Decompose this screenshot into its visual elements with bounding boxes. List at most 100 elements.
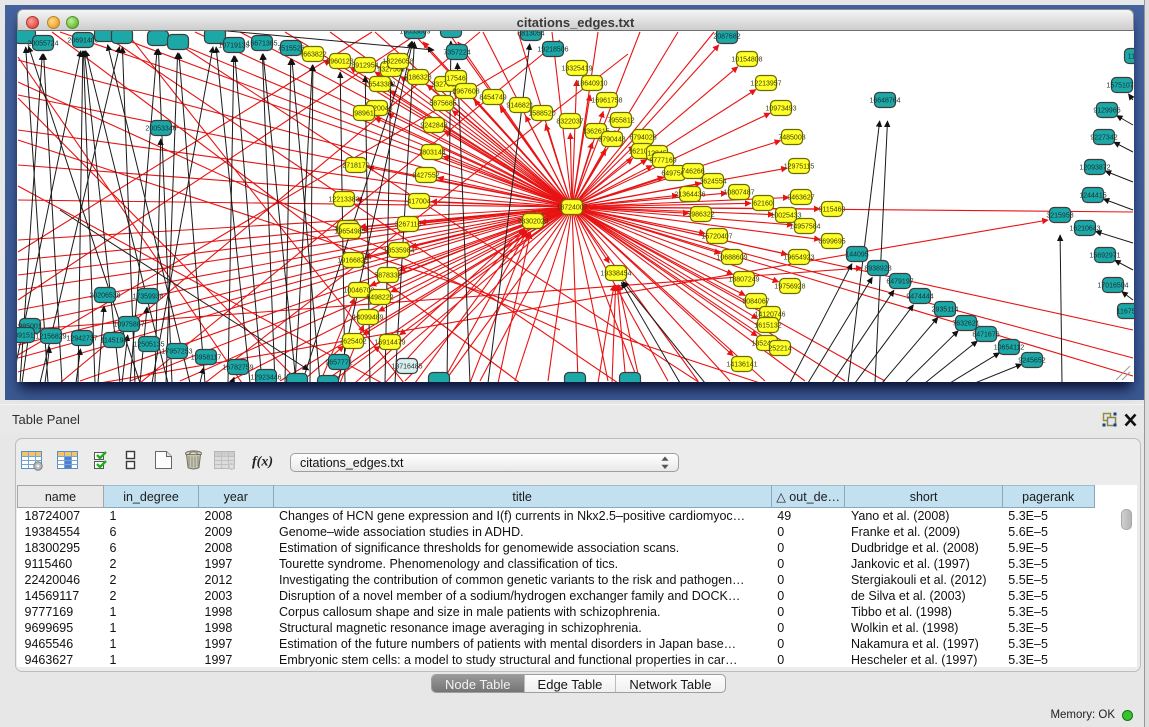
svg-text:7485003: 7485003 xyxy=(778,135,805,142)
svg-text:16914479: 16914479 xyxy=(374,340,405,347)
svg-text:144095: 144095 xyxy=(845,252,868,259)
svg-text:10654112: 10654112 xyxy=(994,345,1025,352)
svg-text:14957584: 14957584 xyxy=(789,224,820,231)
svg-text:16210643: 16210643 xyxy=(1069,226,1100,233)
svg-text:14099489: 14099489 xyxy=(352,315,383,322)
svg-text:9227342: 9227342 xyxy=(1090,135,1117,142)
svg-text:9129966: 9129966 xyxy=(1093,108,1120,115)
svg-text:10154808: 10154808 xyxy=(731,57,762,64)
svg-text:7663822: 7663822 xyxy=(299,52,326,59)
svg-text:17957253: 17957253 xyxy=(161,349,192,356)
svg-text:13535984: 13535984 xyxy=(383,248,414,255)
svg-text:9790448: 9790448 xyxy=(598,137,625,144)
svg-text:13325419: 13325419 xyxy=(561,66,592,73)
svg-text:15720407: 15720407 xyxy=(701,234,732,241)
svg-text:12093872: 12093872 xyxy=(1079,165,1110,172)
svg-text:20055724: 20055724 xyxy=(27,41,58,48)
svg-text:12505135: 12505135 xyxy=(133,342,164,349)
svg-text:7625402: 7625402 xyxy=(339,339,366,346)
svg-text:21364436: 21364436 xyxy=(674,192,705,199)
svg-text:7955812: 7955812 xyxy=(607,118,634,125)
svg-text:10688609: 10688609 xyxy=(716,255,747,262)
svg-text:13226058: 13226058 xyxy=(382,59,413,66)
svg-text:12975115: 12975115 xyxy=(784,164,815,171)
svg-text:1145194: 1145194 xyxy=(101,338,128,345)
svg-text:16671365: 16671365 xyxy=(246,41,277,48)
svg-text:39151: 39151 xyxy=(17,333,34,340)
svg-text:15751074: 15751074 xyxy=(1106,83,1134,90)
svg-text:7632621: 7632621 xyxy=(952,321,979,328)
svg-text:10807487: 10807487 xyxy=(723,190,754,197)
svg-text:17359938: 17359938 xyxy=(132,294,163,301)
svg-text:20053346: 20053346 xyxy=(145,126,176,133)
svg-text:252214: 252214 xyxy=(768,346,791,353)
svg-text:16648764: 16648764 xyxy=(869,98,900,105)
svg-text:15692971: 15692971 xyxy=(1089,253,1120,260)
svg-text:20691406: 20691406 xyxy=(67,38,98,45)
svg-text:3215958: 3215958 xyxy=(1046,213,1073,220)
svg-text:8813054: 8813054 xyxy=(517,31,544,38)
svg-text:9115460: 9115460 xyxy=(819,207,846,214)
svg-text:8322037: 8322037 xyxy=(556,119,583,126)
svg-text:2935114: 2935114 xyxy=(932,307,959,314)
svg-text:2967608: 2967608 xyxy=(452,89,479,96)
svg-text:12923446: 12923446 xyxy=(250,375,281,382)
svg-text:8427552: 8427552 xyxy=(412,173,439,180)
svg-text:2087682: 2087682 xyxy=(713,34,740,41)
svg-text:8938928: 8938928 xyxy=(864,266,891,273)
svg-text:19654985: 19654985 xyxy=(334,229,365,236)
svg-text:9242848: 9242848 xyxy=(420,123,447,130)
svg-text:5875685: 5875685 xyxy=(429,101,456,108)
svg-text:19338454: 19338454 xyxy=(600,271,631,278)
svg-text:f(x): f(x) xyxy=(252,455,273,470)
svg-text:10719135: 10719135 xyxy=(218,43,249,50)
svg-text:9084067: 9084067 xyxy=(742,299,769,306)
svg-text:116753: 116753 xyxy=(1117,309,1134,316)
svg-text:1112: 1112 xyxy=(1128,54,1134,61)
svg-text:20206538: 20206538 xyxy=(89,293,120,300)
svg-text:16033809: 16033809 xyxy=(399,31,430,36)
svg-text:6479197: 6479197 xyxy=(886,279,913,286)
svg-text:6794028: 6794028 xyxy=(629,135,656,142)
svg-text:1588520: 1588520 xyxy=(528,111,555,118)
svg-text:3267110: 3267110 xyxy=(395,222,422,229)
svg-text:9463627: 9463627 xyxy=(787,195,814,202)
svg-text:2718170: 2718170 xyxy=(342,163,369,170)
svg-text:18724007: 18724007 xyxy=(556,205,587,212)
svg-text:17546: 17546 xyxy=(446,76,466,83)
svg-text:8912954: 8912954 xyxy=(351,63,378,70)
svg-text:98961: 98961 xyxy=(354,111,374,118)
svg-text:3624554: 3624554 xyxy=(699,179,726,186)
svg-text:7986322: 7986322 xyxy=(687,212,714,219)
svg-text:746266: 746266 xyxy=(681,169,704,176)
svg-text:12213383: 12213383 xyxy=(328,197,359,204)
svg-text:9146821: 9146821 xyxy=(506,103,533,110)
svg-text:16961758: 16961758 xyxy=(591,98,622,105)
svg-text:9474444: 9474444 xyxy=(906,294,933,301)
svg-text:18640910: 18640910 xyxy=(576,81,607,88)
svg-text:7803144: 7803144 xyxy=(418,150,445,157)
svg-text:8454749: 8454749 xyxy=(479,95,506,102)
svg-text:8186328: 8186328 xyxy=(404,75,431,82)
svg-text:19166825: 19166825 xyxy=(337,258,368,265)
svg-text:19654923: 19654923 xyxy=(783,255,814,262)
svg-text:9657771: 9657771 xyxy=(325,360,352,367)
svg-text:417004: 417004 xyxy=(407,199,430,206)
svg-text:9245652: 9245652 xyxy=(1018,358,1045,365)
svg-text:12213957: 12213957 xyxy=(750,81,781,88)
svg-text:12942737: 12942737 xyxy=(66,336,97,343)
svg-text:19218506: 19218506 xyxy=(537,47,568,54)
svg-text:62160: 62160 xyxy=(753,201,773,208)
svg-text:18807249: 18807249 xyxy=(728,277,759,284)
svg-text:1615132: 1615132 xyxy=(754,323,781,330)
svg-text:16543382: 16543382 xyxy=(364,82,395,89)
svg-text:10958117: 10958117 xyxy=(191,355,222,362)
svg-text:17016504: 17016504 xyxy=(1097,283,1128,290)
svg-text:1244415: 1244415 xyxy=(1079,193,1106,200)
svg-text:19756928: 19756928 xyxy=(774,284,805,291)
svg-text:16782759: 16782759 xyxy=(222,365,253,372)
svg-text:12156829: 12156829 xyxy=(35,334,66,341)
svg-text:23302023: 23302023 xyxy=(517,219,548,226)
svg-text:5498222: 5498222 xyxy=(366,295,393,302)
svg-text:5878332: 5878332 xyxy=(374,273,401,280)
